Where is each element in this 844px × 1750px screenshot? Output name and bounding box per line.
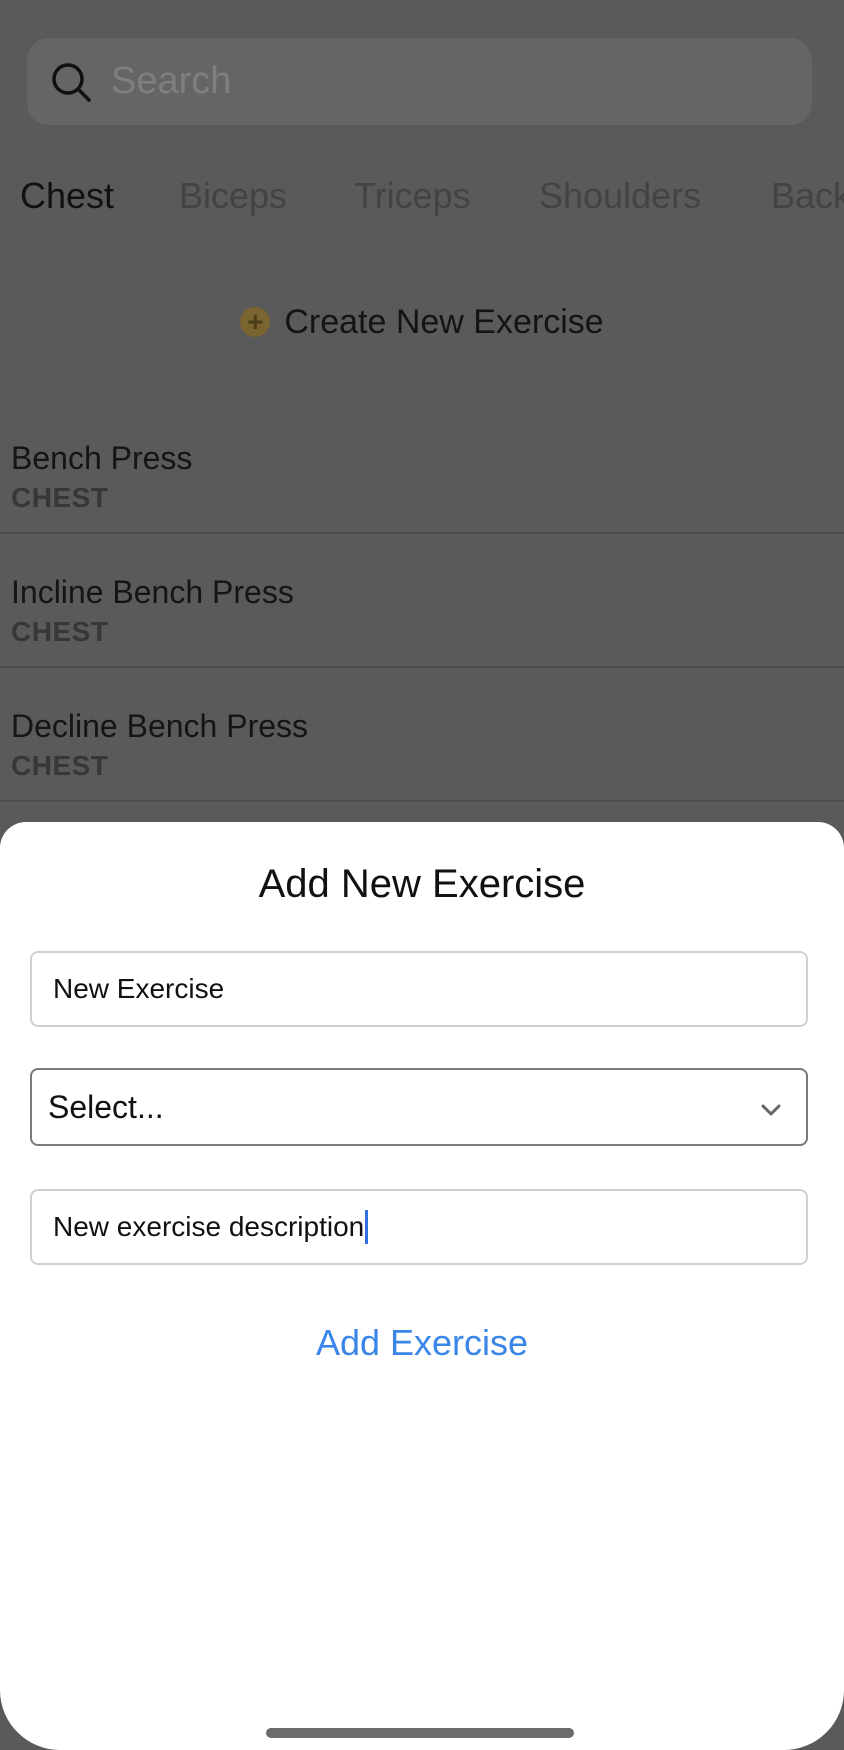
list-item[interactable]: Incline Bench Press CHEST <box>0 534 844 668</box>
exercise-description-field[interactable]: New exercise description <box>30 1189 808 1265</box>
search-icon <box>49 60 93 104</box>
tab-biceps[interactable]: Biceps <box>179 175 287 217</box>
search-bar[interactable]: Search <box>27 38 812 125</box>
chevron-down-icon <box>758 1094 784 1120</box>
exercise-name: Decline Bench Press <box>11 708 309 744</box>
exercise-category: CHEST <box>11 482 109 513</box>
add-exercise-sheet: Add New Exercise New Exercise Select... … <box>0 822 844 1750</box>
tab-chest[interactable]: Chest <box>20 175 114 217</box>
tab-shoulders[interactable]: Shoulders <box>539 175 701 217</box>
list-item[interactable]: Decline Bench Press CHEST <box>0 668 844 802</box>
add-exercise-button[interactable]: Add Exercise <box>0 1322 844 1364</box>
screen: Search Chest Biceps Triceps Shoulders Ba… <box>0 0 844 1750</box>
list-item[interactable]: Bench Press CHEST <box>0 400 844 534</box>
sheet-title: Add New Exercise <box>258 862 586 906</box>
exercise-category: CHEST <box>11 750 109 781</box>
create-new-exercise-label: Create New Exercise <box>284 302 604 341</box>
exercise-name-value: New Exercise <box>53 973 225 1004</box>
exercise-name: Incline Bench Press <box>11 574 294 610</box>
exercise-category: CHEST <box>11 616 109 647</box>
exercise-name: Bench Press <box>11 440 193 476</box>
plus-circle-icon: + <box>240 307 271 337</box>
tab-back[interactable]: Back <box>771 175 844 217</box>
exercise-name-field[interactable]: New Exercise <box>30 951 808 1027</box>
category-tabs: Chest Biceps Triceps Shoulders Back <box>0 175 844 235</box>
tab-triceps[interactable]: Triceps <box>354 175 471 217</box>
exercise-description-value: New exercise description <box>53 1211 365 1242</box>
create-new-exercise-button[interactable]: + Create New Exercise <box>0 298 844 346</box>
exercise-list: Bench Press CHEST Incline Bench Press CH… <box>0 400 844 802</box>
category-select-value: Select... <box>48 1088 164 1125</box>
search-input-placeholder[interactable]: Search <box>111 60 231 103</box>
home-indicator[interactable] <box>266 1728 574 1738</box>
category-select[interactable]: Select... <box>30 1068 808 1146</box>
text-cursor <box>365 1210 369 1244</box>
